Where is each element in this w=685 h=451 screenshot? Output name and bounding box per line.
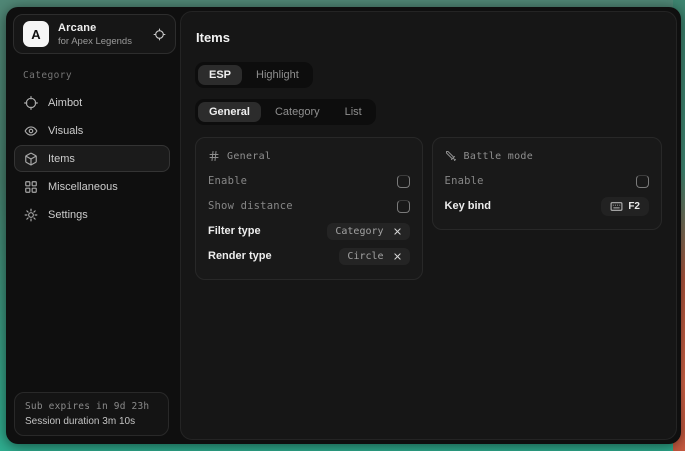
sub-expiry-text: Sub expires in 9d 23h xyxy=(25,401,158,412)
app-title: Arcane xyxy=(58,22,132,34)
show-distance-row: Show distance xyxy=(208,194,410,218)
locate-icon[interactable] xyxy=(153,28,166,41)
sidebar-item-label: Miscellaneous xyxy=(48,181,118,193)
filter-type-select[interactable]: Category xyxy=(327,223,409,240)
brand-text: Arcane for Apex Legends xyxy=(58,22,132,47)
subscription-info-box: Sub expires in 9d 23h Session duration 3… xyxy=(14,392,169,436)
battle-enable-checkbox[interactable] xyxy=(636,175,649,188)
app-subtitle: for Apex Legends xyxy=(58,36,132,47)
sidebar-item-label: Aimbot xyxy=(48,97,82,109)
sidebar-item-settings[interactable]: Settings xyxy=(14,201,170,228)
key-bind-button[interactable]: F2 xyxy=(601,197,649,216)
session-duration-text: Session duration 3m 10s xyxy=(25,416,158,427)
enable-checkbox[interactable] xyxy=(397,175,410,188)
enable-row: Enable xyxy=(208,169,410,193)
gear-icon xyxy=(24,208,38,222)
battle-enable-row: Enable xyxy=(445,169,649,193)
sidebar-item-aimbot[interactable]: Aimbot xyxy=(14,89,170,116)
sidebar-item-items[interactable]: Items xyxy=(14,145,170,172)
tab-esp[interactable]: ESP xyxy=(198,65,242,85)
view-tabs-row: General Category List xyxy=(195,99,662,125)
filter-type-value: Category xyxy=(335,226,383,237)
general-card-title: General xyxy=(227,151,271,162)
mode-tabs-row: ESP Highlight xyxy=(195,62,662,88)
tab-highlight[interactable]: Highlight xyxy=(245,65,310,85)
app-logo: A xyxy=(23,21,49,47)
content-panel: Items ESP Highlight General Category Lis… xyxy=(180,11,677,440)
render-type-select[interactable]: Circle xyxy=(339,248,409,265)
crosshair-icon xyxy=(24,96,38,110)
sidebar-item-label: Items xyxy=(48,153,75,165)
page-title: Items xyxy=(196,30,662,45)
sidebar-item-label: Settings xyxy=(48,209,88,221)
sidebar-nav: Aimbot Visuals Items Miscellaneous xyxy=(6,88,178,229)
cards-row: General Enable Show distance Filter type… xyxy=(195,137,662,280)
filter-type-label: Filter type xyxy=(208,225,261,237)
battle-mode-card-header: Battle mode xyxy=(445,150,649,162)
sidebar: A Arcane for Apex Legends Category Aimbo… xyxy=(6,7,178,444)
general-card: General Enable Show distance Filter type… xyxy=(195,137,423,280)
show-distance-checkbox[interactable] xyxy=(397,200,410,213)
hash-icon xyxy=(208,150,220,162)
sidebar-spacer xyxy=(6,229,178,392)
tab-category[interactable]: Category xyxy=(264,102,331,122)
show-distance-label: Show distance xyxy=(208,200,293,212)
eye-icon xyxy=(24,124,38,138)
mode-tabs: ESP Highlight xyxy=(195,62,313,88)
arcane-menu-window: A Arcane for Apex Legends Category Aimbo… xyxy=(6,7,681,444)
package-icon xyxy=(24,152,38,166)
sidebar-item-visuals[interactable]: Visuals xyxy=(14,117,170,144)
key-bind-label: Key bind xyxy=(445,200,491,212)
keyboard-icon xyxy=(610,200,623,213)
render-type-label: Render type xyxy=(208,250,272,262)
close-icon[interactable] xyxy=(393,252,402,261)
close-icon[interactable] xyxy=(393,227,402,236)
battle-mode-card-title: Battle mode xyxy=(464,151,534,162)
key-bind-row: Key bind F2 xyxy=(445,194,649,218)
battle-mode-card: Battle mode Enable Key bind F2 xyxy=(432,137,662,230)
sidebar-section-label: Category xyxy=(23,70,178,81)
sidebar-item-miscellaneous[interactable]: Miscellaneous xyxy=(14,173,170,200)
filter-type-row: Filter type Category xyxy=(208,219,410,243)
battle-enable-label: Enable xyxy=(445,175,484,187)
key-bind-value: F2 xyxy=(628,201,640,212)
render-type-value: Circle xyxy=(347,251,383,262)
render-type-row: Render type Circle xyxy=(208,244,410,268)
tab-list[interactable]: List xyxy=(334,102,373,122)
grid-icon xyxy=(24,180,38,194)
brand-card: A Arcane for Apex Legends xyxy=(13,14,176,54)
general-card-header: General xyxy=(208,150,410,162)
view-tabs: General Category List xyxy=(195,99,376,125)
tab-general[interactable]: General xyxy=(198,102,261,122)
sword-icon xyxy=(445,150,457,162)
sidebar-item-label: Visuals xyxy=(48,125,83,137)
enable-label: Enable xyxy=(208,175,247,187)
